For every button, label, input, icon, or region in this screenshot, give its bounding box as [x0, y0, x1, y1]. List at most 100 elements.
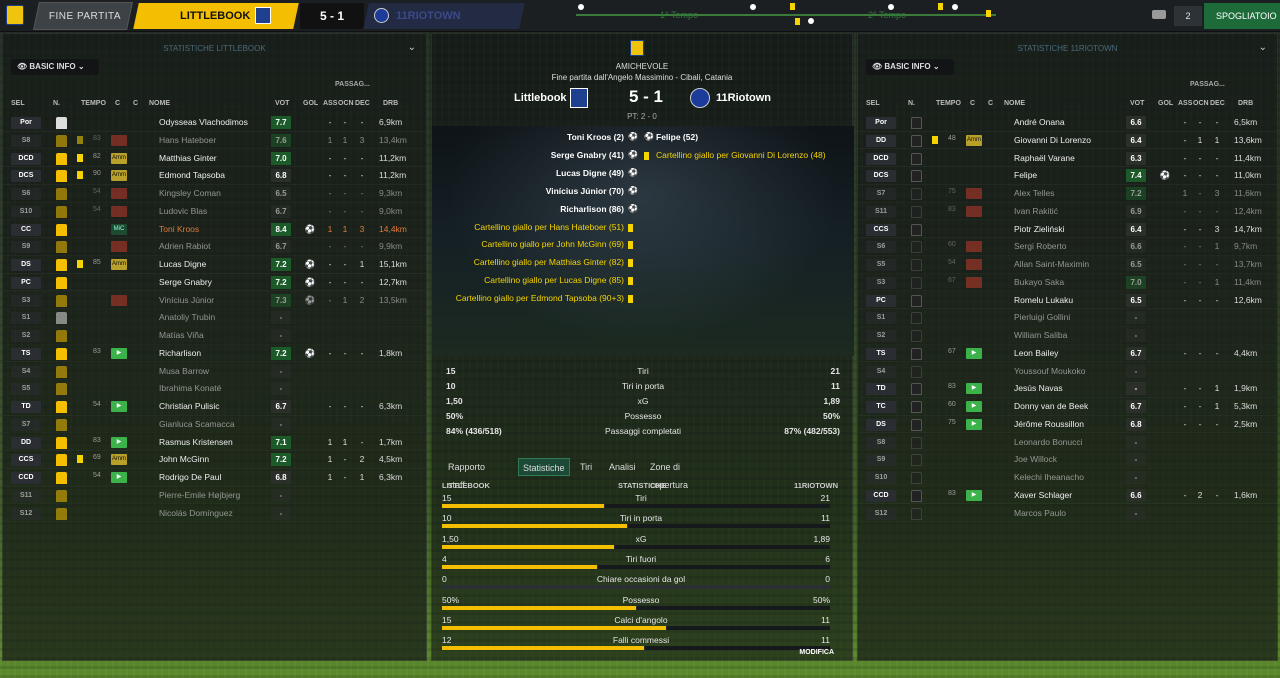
player-name[interactable]: Vinícius Júnior [159, 295, 214, 305]
player-row[interactable]: S10 54 Ludovic Blas 6.7- - -9,0km [3, 203, 426, 221]
tab-statistiche[interactable]: Statistiche [518, 458, 570, 476]
match-status-tab[interactable]: FINE PARTITA [33, 2, 133, 30]
player-name[interactable]: Rodrigo De Paul [159, 472, 221, 482]
player-name[interactable]: Ludovic Blas [159, 206, 207, 216]
tab-tiri[interactable]: Tiri [580, 458, 592, 476]
player-name[interactable]: Jérôme Roussillon [1014, 419, 1084, 429]
player-name[interactable]: Leon Bailey [1014, 348, 1058, 358]
player-row[interactable]: S5 54 Allan Saint-Maximin 6.5 - - - 13,7km [858, 256, 1277, 274]
edit-button[interactable]: MODIFICA [799, 649, 834, 656]
column-header[interactable]: C [133, 100, 138, 107]
player-name[interactable]: Piotr Zieliński [1014, 224, 1065, 234]
column-header[interactable]: GOL [1158, 100, 1173, 107]
player-row[interactable]: PC Serge Gnabry 7.2 ⚽ - - -12,7km [3, 274, 426, 292]
transport-icon[interactable] [1152, 10, 1166, 19]
player-name[interactable]: Hans Hateboer [159, 135, 216, 145]
yellow-card-event-icon[interactable] [938, 3, 943, 10]
column-header[interactable]: DRB [1238, 100, 1253, 107]
player-name[interactable]: Marcos Paulo [1014, 508, 1066, 518]
column-header[interactable]: NOME [1004, 100, 1025, 107]
player-name[interactable]: Jesús Navas [1014, 383, 1063, 393]
player-name[interactable]: Rasmus Kristensen [159, 437, 233, 447]
player-row[interactable]: CCD 83 ▶ Xaver Schlager 6.6-2-1,6km [858, 487, 1277, 505]
yellow-card-event-icon[interactable] [790, 3, 795, 10]
player-name[interactable]: Nicolás Domínguez [159, 508, 233, 518]
player-row[interactable]: CCD 54 ▶ Rodrigo De Paul 6.8 1-1 6,3km [3, 469, 426, 487]
column-header[interactable]: N. [908, 100, 915, 107]
home-event[interactable]: Lucas Digne (49) [432, 168, 624, 178]
home-event[interactable]: Richarlison (86) [432, 204, 624, 214]
player-row[interactable]: DCS Felipe 7.4 ⚽ - - -11,0km [858, 167, 1277, 185]
column-header[interactable]: DRB [383, 100, 398, 107]
player-row[interactable]: S7 75 Alex Telles 7.2 1- 3 11,6km [858, 185, 1277, 203]
away-event[interactable]: Cartellino giallo per Giovanni Di Lorenz… [656, 150, 826, 160]
player-name[interactable]: Gianluca Scamacca [159, 419, 235, 429]
column-header[interactable]: SEL [11, 100, 25, 107]
player-row[interactable]: S6 60 Sergi Roberto 6.6 - - 1 9,7km [858, 238, 1277, 256]
goal-event-icon[interactable] [808, 18, 814, 24]
column-header[interactable]: GOL [303, 100, 318, 107]
home-event[interactable]: Cartellino giallo per Hans Hateboer (51) [432, 222, 624, 232]
chevron-down-icon[interactable]: ⌄ [408, 42, 416, 53]
player-row[interactable]: S8 83 Hans Hateboer 7.6 1 1 3 13,4km [3, 132, 426, 150]
column-header[interactable]: TEMPO [81, 100, 106, 107]
player-row[interactable]: TD 54 ▶ Christian Pulisic 6.7 - - - 6,3km [3, 398, 426, 416]
player-row[interactable]: S5 Ibrahima Konaté - [3, 380, 426, 398]
goal-event-icon[interactable] [750, 4, 756, 10]
goal-event-icon[interactable] [578, 4, 584, 10]
column-header[interactable]: SEL [866, 100, 880, 107]
player-row[interactable]: Por Odysseas Vlachodimos 7.7 - - - 6,9km [3, 114, 426, 132]
home-event[interactable]: Cartellino giallo per Lucas Digne (85) [432, 275, 624, 285]
player-row[interactable]: DS 75 ▶ Jérôme Roussillon 6.8- - -2,5km [858, 416, 1277, 434]
player-row[interactable]: S3 67 Bukayo Saka 7.0 - - 1 11,4km [858, 274, 1277, 292]
goal-event-icon[interactable] [888, 4, 894, 10]
player-name[interactable]: Xaver Schlager [1014, 490, 1072, 500]
player-row[interactable]: CCS Piotr Zieliński 6.4 - - 3 14,7km [858, 221, 1277, 239]
home-event[interactable]: Serge Gnabry (41) [432, 150, 624, 160]
column-header[interactable]: DEC [1210, 100, 1225, 107]
player-row[interactable]: S1 Anatoliy Trubin - [3, 309, 426, 327]
player-name[interactable]: Edmond Tapsoba [159, 170, 225, 180]
player-row[interactable]: TC 60 ▶ Donny van de Beek 6.7 - - 1 5,3km [858, 398, 1277, 416]
player-name[interactable]: Felipe [1014, 170, 1037, 180]
player-name[interactable]: Matthias Ginter [159, 153, 217, 163]
player-name[interactable]: Romelu Lukaku [1014, 295, 1073, 305]
column-header[interactable]: VOT [275, 100, 289, 107]
column-header[interactable]: C [988, 100, 993, 107]
player-name[interactable]: Musa Barrow [159, 366, 209, 376]
yellow-card-event-icon[interactable] [986, 10, 991, 17]
player-row[interactable]: S6 54 Kingsley Coman 6.5 - - - 9,3km [3, 185, 426, 203]
player-row[interactable]: Por André Onana 6.6 - - - 6,5km [858, 114, 1277, 132]
tab-zone-di-copertura[interactable]: Zone di copertura [650, 458, 688, 490]
player-name[interactable]: Serge Gnabry [159, 277, 212, 287]
away-event[interactable]: Felipe (52) [656, 132, 698, 142]
player-name[interactable]: Joe Willock [1014, 454, 1057, 464]
player-row[interactable]: S11 83 Ivan Rakitić 6.9- - -12,4km [858, 203, 1277, 221]
player-name[interactable]: Sergi Roberto [1014, 241, 1066, 251]
player-row[interactable]: S12 Nicolás Domínguez - [3, 505, 426, 523]
player-row[interactable]: S9 Adrien Rabiot 6.7- - -9,9km [3, 238, 426, 256]
player-row[interactable]: CC MiC Toni Kroos 8.4 ⚽ 1 1 3 14,4km [3, 221, 426, 239]
player-name[interactable]: Donny van de Beek [1014, 401, 1088, 411]
player-name[interactable]: Giovanni Di Lorenzo [1014, 135, 1091, 145]
player-row[interactable]: S8 Leonardo Bonucci - [858, 434, 1277, 452]
player-name[interactable]: Christian Pulisic [159, 401, 219, 411]
player-name[interactable]: Pierluigi Gollini [1014, 312, 1070, 322]
player-name[interactable]: Matías Viña [159, 330, 204, 340]
player-row[interactable]: CCS 69 Amm John McGinn 7.2 1- 2 4,5km [3, 451, 426, 469]
home-event[interactable]: Toni Kroos (2) [432, 132, 624, 142]
chevron-down-icon[interactable]: ⌄ [1259, 42, 1267, 53]
player-row[interactable]: S10 Kelechi Iheanacho - [858, 469, 1277, 487]
basic-info-dropdown[interactable]: 👁 BASIC INFO ⌄ [11, 59, 99, 75]
home-event[interactable]: Cartellino giallo per Matthias Ginter (8… [432, 257, 624, 267]
player-name[interactable]: Ivan Rakitić [1014, 206, 1058, 216]
player-row[interactable]: S4 Musa Barrow - [3, 363, 426, 381]
yellow-card-event-icon[interactable] [795, 18, 800, 25]
player-row[interactable]: S1 Pierluigi Gollini - [858, 309, 1277, 327]
player-name[interactable]: André Onana [1014, 117, 1065, 127]
goal-event-icon[interactable] [952, 4, 958, 10]
match-timeline[interactable] [576, 14, 996, 16]
tab-rapporto-staff[interactable]: Rapporto staff [448, 458, 485, 490]
column-header[interactable]: C [970, 100, 975, 107]
player-row[interactable]: S3 Vinícius Júnior 7.3 ⚽ -1 2 13,5km [3, 292, 426, 310]
